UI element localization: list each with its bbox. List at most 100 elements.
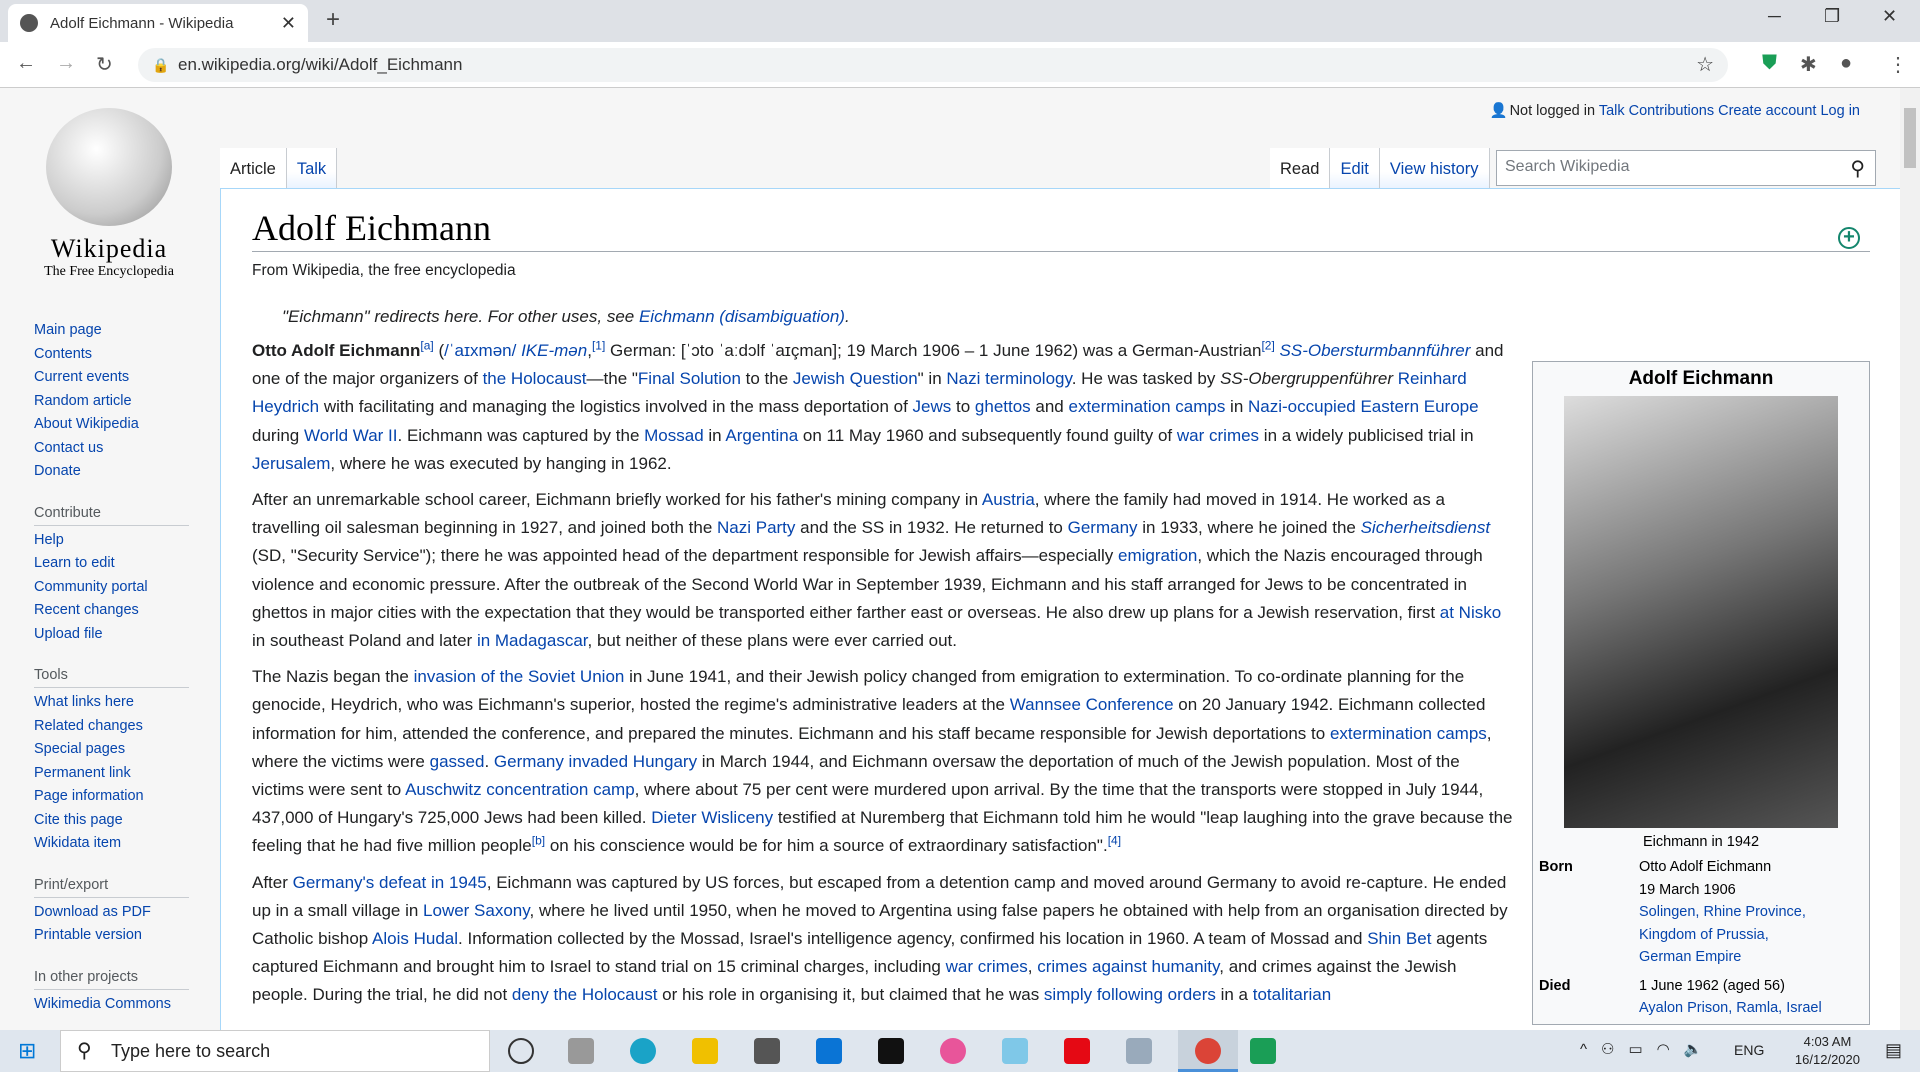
- article-link[interactable]: deny the Holocaust: [512, 985, 658, 1004]
- forward-icon[interactable]: →: [56, 52, 76, 75]
- tab-talk[interactable]: Talk: [286, 148, 338, 188]
- article-link[interactable]: Sicherheitsdienst: [1361, 518, 1490, 537]
- scrollbar-thumb[interactable]: [1904, 108, 1916, 168]
- sidebar-link[interactable]: Special pages: [34, 741, 194, 765]
- article-link[interactable]: Austria: [982, 490, 1035, 509]
- article-link[interactable]: simply following orders: [1044, 985, 1216, 1004]
- sidebar-link[interactable]: Page information: [34, 788, 194, 812]
- sidebar-link[interactable]: Download as PDF: [34, 904, 194, 928]
- article-link[interactable]: Germany invaded Hungary: [494, 752, 697, 771]
- tab-read[interactable]: Read: [1270, 148, 1331, 188]
- new-tab-button[interactable]: +: [326, 6, 340, 34]
- windows-start-icon[interactable]: ⊞: [18, 1038, 36, 1064]
- sidebar-link[interactable]: Recent changes: [34, 602, 194, 626]
- article-link[interactable]: Jews: [913, 397, 952, 416]
- article-link[interactable]: Jerusalem: [252, 454, 330, 473]
- netflix-icon[interactable]: [1064, 1038, 1090, 1064]
- article-link[interactable]: at Nisko: [1440, 603, 1501, 622]
- sidebar-link[interactable]: Main page: [34, 322, 194, 346]
- taskbar-search[interactable]: ⚲ Type here to search: [60, 1030, 490, 1072]
- mail-icon[interactable]: [816, 1038, 842, 1064]
- sidebar-link[interactable]: Wikidata item: [34, 835, 194, 859]
- browser-tab[interactable]: Adolf Eichmann - Wikipedia ✕: [8, 4, 308, 42]
- sidebar-link[interactable]: Community portal: [34, 579, 194, 603]
- wikipedia-logo[interactable]: Wikipedia The Free Encyclopedia: [34, 108, 184, 280]
- article-link[interactable]: war crimes: [1177, 426, 1259, 445]
- system-tray-icons[interactable]: ^⚇▭◠🔈: [1580, 1040, 1716, 1058]
- app-icon[interactable]: [1002, 1038, 1028, 1064]
- paint-3d-icon[interactable]: [940, 1038, 966, 1064]
- app-d-icon[interactable]: [878, 1038, 904, 1064]
- sidebar-link[interactable]: Donate: [34, 463, 194, 487]
- sidebar-link[interactable]: Printable version: [34, 927, 194, 951]
- clock[interactable]: 4:03 AM 16/12/2020: [1795, 1033, 1860, 1069]
- reference-link[interactable]: [1]: [592, 338, 605, 352]
- article-link[interactable]: in Madagascar: [477, 631, 588, 650]
- profile-avatar-icon[interactable]: ●: [1840, 52, 1852, 75]
- create-account-link[interactable]: Create account: [1718, 103, 1816, 119]
- reference-link[interactable]: [2]: [1261, 338, 1274, 352]
- article-link[interactable]: /ˈaɪxmən/: [444, 341, 516, 360]
- sidebar-link[interactable]: Upload file: [34, 626, 194, 650]
- article-link[interactable]: Dieter Wisliceny: [651, 808, 773, 827]
- article-link[interactable]: Final Solution: [638, 369, 741, 388]
- add-to-watchlist-icon[interactable]: +: [1838, 227, 1860, 249]
- portrait-image[interactable]: [1564, 396, 1838, 828]
- death-place-link[interactable]: Ayalon Prison, Ramla, Israel: [1639, 997, 1822, 1020]
- sidebar-link[interactable]: Contents: [34, 346, 194, 370]
- contributions-link[interactable]: Contributions: [1629, 103, 1714, 119]
- app-green-icon[interactable]: [1250, 1038, 1276, 1064]
- menu-icon[interactable]: ⋮: [1888, 52, 1908, 77]
- article-link[interactable]: World War II: [304, 426, 398, 445]
- article-link[interactable]: ghettos: [975, 397, 1031, 416]
- tab-view-history[interactable]: View history: [1379, 148, 1490, 188]
- article-link[interactable]: totalitarian: [1253, 985, 1331, 1004]
- birth-place-link[interactable]: German Empire: [1639, 946, 1806, 969]
- search-icon[interactable]: ⚲: [1850, 156, 1865, 181]
- sidebar-link[interactable]: Permanent link: [34, 765, 194, 789]
- sidebar-link[interactable]: Help: [34, 532, 194, 556]
- cortana-icon[interactable]: [508, 1038, 534, 1064]
- reference-link[interactable]: [a]: [420, 338, 433, 352]
- article-link[interactable]: Lower Saxony: [423, 901, 529, 920]
- article-link[interactable]: IKE-mən: [521, 341, 587, 360]
- back-icon[interactable]: ←: [16, 52, 36, 75]
- bookmark-star-icon[interactable]: ☆: [1696, 48, 1714, 82]
- article-link[interactable]: Eichmann (disambiguation): [639, 307, 845, 326]
- sidebar-link[interactable]: About Wikipedia: [34, 416, 194, 440]
- article-link[interactable]: Nazi Party: [717, 518, 795, 537]
- birth-place-link[interactable]: Solingen, Rhine Province,: [1639, 901, 1806, 924]
- close-window-button[interactable]: ✕: [1882, 6, 1897, 27]
- article-link[interactable]: extermination camps: [1068, 397, 1225, 416]
- edge-icon[interactable]: [630, 1038, 656, 1064]
- article-link[interactable]: Auschwitz concentration camp: [405, 780, 635, 799]
- minimize-button[interactable]: ─: [1768, 6, 1781, 27]
- maximize-button[interactable]: ❐: [1824, 6, 1840, 27]
- article-link[interactable]: Argentina: [725, 426, 798, 445]
- sidebar-link[interactable]: Current events: [34, 369, 194, 393]
- sidebar-link[interactable]: Learn to edit: [34, 555, 194, 579]
- store-icon[interactable]: [754, 1038, 780, 1064]
- reference-link[interactable]: [4]: [1108, 834, 1121, 848]
- url-input[interactable]: 🔒 en.wikipedia.org/wiki/Adolf_Eichmann ☆: [138, 48, 1728, 82]
- article-link[interactable]: Germany: [1068, 518, 1138, 537]
- article-link[interactable]: SS-Obersturmbannführer: [1280, 341, 1471, 360]
- task-view-icon[interactable]: [568, 1038, 594, 1064]
- birth-place-link[interactable]: Kingdom of Prussia,: [1639, 924, 1806, 947]
- file-explorer-icon[interactable]: [692, 1038, 718, 1064]
- extensions-icon[interactable]: ✱: [1800, 52, 1817, 77]
- article-link[interactable]: Nazi terminology: [946, 369, 1071, 388]
- sidebar-link[interactable]: What links here: [34, 694, 194, 718]
- article-link[interactable]: Jewish Question: [793, 369, 918, 388]
- article-link[interactable]: Nazi-occupied Eastern Europe: [1248, 397, 1479, 416]
- sidebar-link[interactable]: Related changes: [34, 718, 194, 742]
- reference-link[interactable]: [b]: [532, 834, 545, 848]
- scrollbar[interactable]: [1900, 88, 1920, 1030]
- tab-article[interactable]: Article: [220, 148, 287, 188]
- article-link[interactable]: extermination camps: [1330, 724, 1487, 743]
- article-link[interactable]: Mossad: [644, 426, 704, 445]
- notifications-icon[interactable]: ▤: [1885, 1040, 1902, 1061]
- article-link[interactable]: war crimes: [946, 957, 1028, 976]
- sidebar-link[interactable]: Contact us: [34, 440, 194, 464]
- sidebar-link[interactable]: Cite this page: [34, 812, 194, 836]
